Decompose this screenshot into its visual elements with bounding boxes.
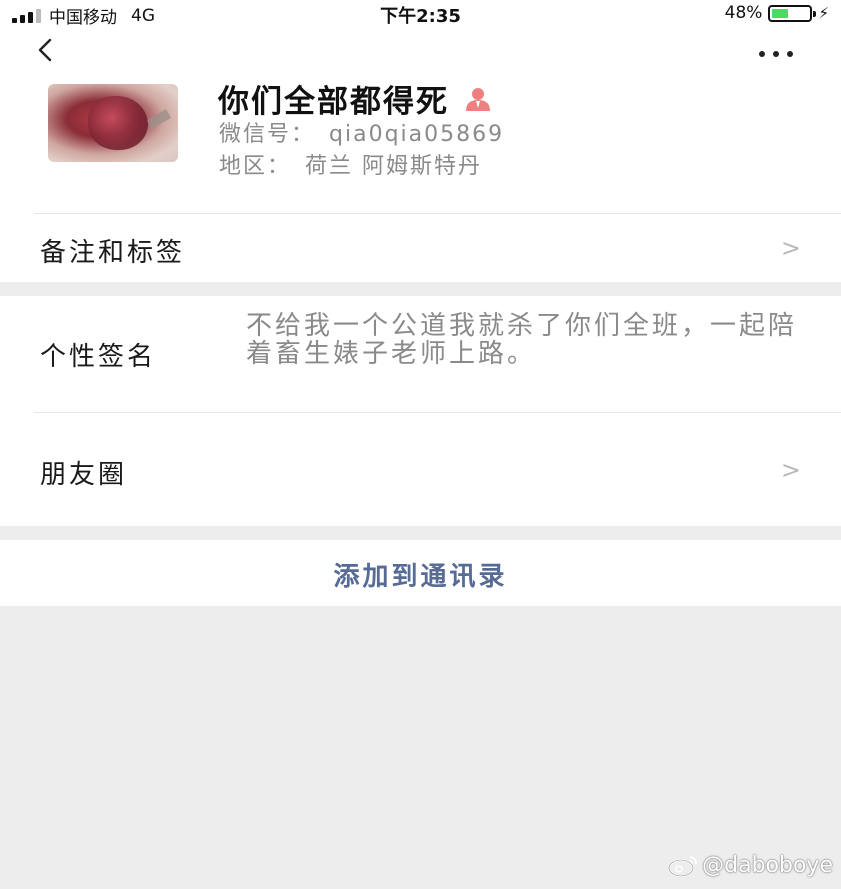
charging-bolt-icon: ⚡ bbox=[818, 4, 829, 22]
status-time: 下午2:35 bbox=[380, 6, 461, 27]
ellipsis-icon bbox=[759, 51, 793, 57]
info-section: 个性签名 不给我一个公道我就杀了你们全班，一起陪着畜生婊子老师上路。 朋友圈 > bbox=[0, 296, 841, 526]
battery-fill bbox=[772, 8, 788, 18]
chevron-left-icon bbox=[38, 38, 52, 62]
watermark-text: @daboboye bbox=[702, 852, 833, 878]
region-label: 地区： bbox=[219, 154, 292, 179]
chevron-right-icon: > bbox=[780, 456, 801, 484]
watermark: @daboboye bbox=[666, 852, 833, 878]
more-button[interactable] bbox=[752, 46, 802, 60]
remarks-tags-row[interactable]: 备注和标签 > bbox=[0, 214, 841, 282]
region-line: 地区： 荷兰 阿姆斯特丹 bbox=[219, 148, 482, 180]
add-to-contacts-button[interactable]: 添加到通讯录 bbox=[0, 540, 841, 606]
remarks-tags-label: 备注和标签 bbox=[40, 238, 186, 268]
weibo-icon bbox=[668, 856, 698, 877]
profile-name: 你们全部都得死 bbox=[218, 84, 449, 120]
wechat-id-value: qia0qia05869 bbox=[329, 122, 505, 147]
moments-row[interactable]: 朋友圈 > bbox=[0, 414, 841, 524]
signature-label: 个性签名 bbox=[40, 342, 157, 372]
wechat-id-label: 微信号： bbox=[219, 122, 316, 147]
status-bar: 中国移动 4G 下午2:35 48% ⚡ bbox=[0, 0, 841, 28]
profile-header: 你们全部都得死 微信号： qia0qia05869 地区： 荷兰 阿姆斯特丹 备注和… bbox=[0, 26, 841, 282]
divider bbox=[34, 412, 841, 413]
signature-text: 不给我一个公道我就杀了你们全班，一起陪着畜生婊子老师上路。 bbox=[246, 311, 798, 369]
signature-row: 个性签名 不给我一个公道我就杀了你们全班，一起陪着畜生婊子老师上路。 bbox=[0, 296, 841, 412]
battery-icon bbox=[768, 4, 817, 22]
add-to-contacts-label: 添加到通讯录 bbox=[333, 562, 508, 592]
region-value: 荷兰 阿姆斯特丹 bbox=[305, 154, 483, 179]
avatar[interactable] bbox=[48, 84, 178, 162]
wechat-id-line: 微信号： qia0qia05869 bbox=[219, 116, 504, 148]
status-right: 48% ⚡ bbox=[725, 3, 829, 23]
profile-name-row: 你们全部都得死 bbox=[218, 76, 493, 121]
moments-label: 朋友圈 bbox=[40, 460, 128, 490]
chevron-right-icon: > bbox=[780, 234, 801, 262]
back-button[interactable] bbox=[32, 34, 72, 70]
male-user-icon bbox=[463, 86, 493, 112]
battery-percent: 48% bbox=[724, 3, 763, 23]
